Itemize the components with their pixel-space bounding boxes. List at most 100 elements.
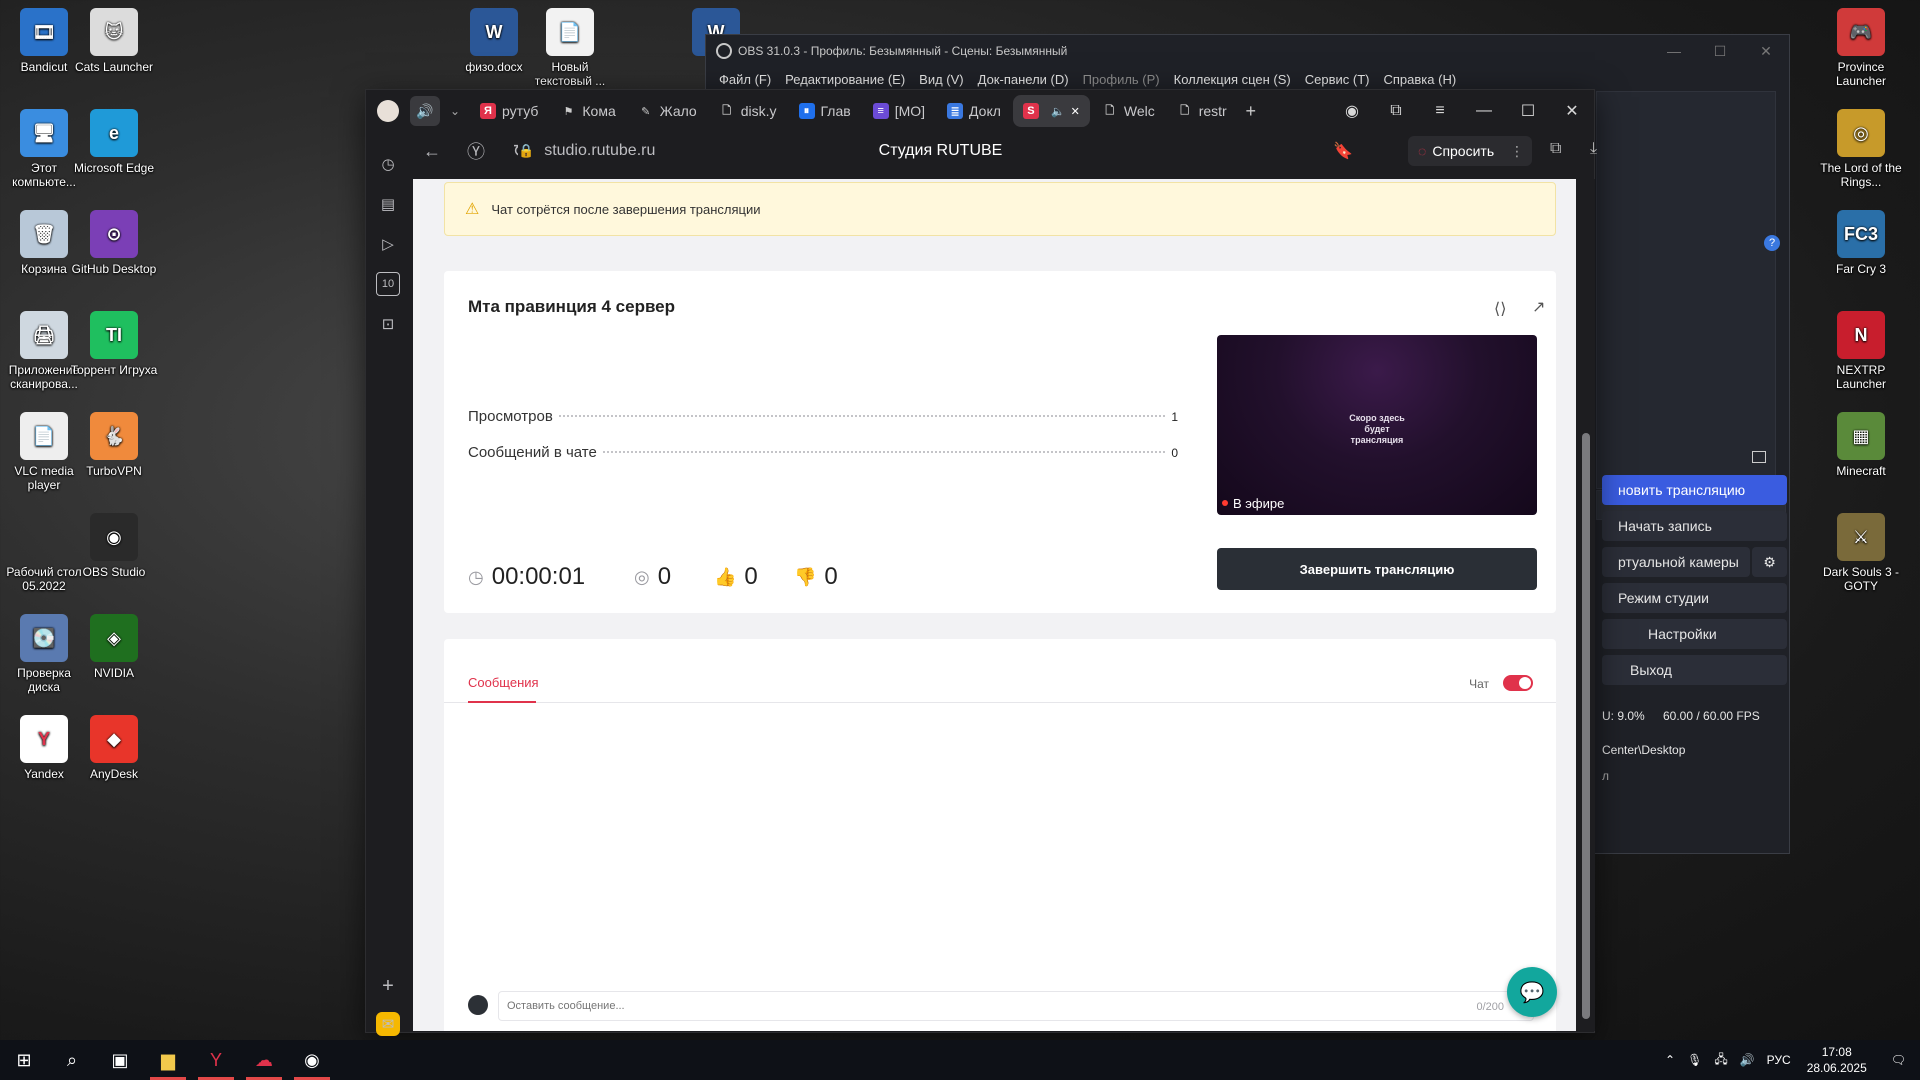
chat-toggle[interactable]	[1503, 675, 1533, 691]
language-indicator[interactable]: РУС	[1761, 1053, 1797, 1067]
share-icon[interactable]: ⟨⟩	[1494, 299, 1506, 319]
dotted-leader	[602, 451, 1166, 453]
tab-audio-icon[interactable]: 🔈	[1051, 105, 1065, 118]
new-tab-icon[interactable]: +	[1237, 97, 1265, 125]
play-icon[interactable]: ▷	[376, 232, 400, 256]
gear-icon[interactable]: ⚙	[1752, 547, 1787, 577]
microphone-icon[interactable]: 🎙	[1681, 1053, 1708, 1067]
page-scrollbar[interactable]	[1577, 179, 1595, 1031]
browser-tab[interactable]: ≣ Докл	[937, 95, 1011, 127]
obs-menu-tools[interactable]: Сервис (T)	[1298, 72, 1377, 87]
stream-preview[interactable]: Скоро здесь будет трансляция В эфире	[1217, 335, 1537, 515]
minimize-icon[interactable]: —	[1651, 35, 1697, 67]
top-desktop-icon[interactable]: Wфизо.docx	[450, 8, 538, 74]
obs-virtual-camera-button[interactable]: ртуальной камеры	[1602, 547, 1750, 577]
profile-icon[interactable]: ◉	[1330, 101, 1374, 121]
browser-tab[interactable]: 🗋 disk.y	[709, 95, 787, 127]
screenshot-icon[interactable]: ⊡	[376, 312, 400, 336]
right-desktop-icon[interactable]: N NEXTRP Launcher	[1817, 311, 1905, 391]
obs-menu-scene-collection[interactable]: Коллекция сцен (S)	[1167, 72, 1298, 87]
support-chat-button[interactable]: 💬	[1507, 967, 1557, 1017]
network-icon[interactable]: 🖧	[1708, 1050, 1733, 1071]
help-icon[interactable]: ?	[1764, 235, 1780, 251]
end-stream-button[interactable]: Завершить трансляцию	[1217, 548, 1537, 590]
browser-tab[interactable]: ⏸ Глав	[789, 95, 861, 127]
maximize-icon[interactable]: ☐	[1697, 35, 1743, 67]
right-desktop-icon[interactable]: ▦ Minecraft	[1817, 412, 1905, 478]
collections-icon[interactable]: ⧉	[1374, 102, 1418, 120]
mail-icon[interactable]: ✉	[376, 1012, 400, 1036]
minimize-icon[interactable]: —	[1462, 102, 1506, 120]
extensions-icon[interactable]: ⧉	[1550, 140, 1561, 158]
external-link-icon[interactable]: ↗	[1532, 297, 1545, 317]
right-desktop-icon[interactable]: 🎮 Province Launcher	[1817, 8, 1905, 88]
cloud-app-icon[interactable]: ☁	[240, 1040, 288, 1080]
right-desktop-icon[interactable]: ⚔ Dark Souls 3 - GOTY	[1817, 513, 1905, 593]
browser-tab[interactable]: 🗋 restr	[1167, 95, 1237, 127]
left-desktop-icon[interactable]: e Microsoft Edge	[70, 109, 158, 175]
yandex-home-icon[interactable]: Ⓨ	[454, 138, 498, 164]
notifications-icon[interactable]: 🗨	[1877, 1053, 1920, 1067]
obs-menu-help[interactable]: Справка (H)	[1377, 72, 1464, 87]
file-explorer-icon[interactable]: ▆	[144, 1040, 192, 1080]
yandex-browser-icon[interactable]: Y	[192, 1040, 240, 1080]
history-icon[interactable]: ◷	[376, 152, 400, 176]
message-input[interactable]	[498, 991, 1534, 1021]
obs-record-button[interactable]: Начать запись	[1602, 511, 1787, 541]
right-desktop-icon[interactable]: FC3 Far Cry 3	[1817, 210, 1905, 276]
browser-tab[interactable]: ✎ Жало	[628, 95, 707, 127]
close-icon[interactable]: ✕	[1743, 35, 1789, 67]
add-panel-icon[interactable]: +	[376, 974, 400, 998]
obs-studio-mode-button[interactable]: Режим студии	[1602, 583, 1787, 613]
left-desktop-icon[interactable]: 🐱 Cats Launcher	[70, 8, 158, 74]
tab-messages[interactable]: Сообщения	[468, 675, 539, 690]
chevron-down-icon[interactable]: ⌄	[440, 104, 470, 118]
obs-menu-profile[interactable]: Профиль (P)	[1076, 72, 1167, 87]
browser-tab[interactable]: 🗋 Welc	[1092, 95, 1165, 127]
clock[interactable]: 17:08 28.06.2025	[1797, 1044, 1877, 1076]
volume-icon[interactable]: 🔊	[1734, 1053, 1761, 1067]
ask-button[interactable]: ◌ Спросить ⋮	[1408, 136, 1532, 166]
browser-tab[interactable]: S 🔈 ✕	[1012, 95, 1090, 127]
windows-start-icon[interactable]: ⊞	[0, 1040, 48, 1080]
obs-menu-file[interactable]: Файл (F)	[712, 72, 778, 87]
obs-taskbar-icon[interactable]: ◉	[288, 1040, 336, 1080]
browser-tab[interactable]: ≡ [МО]	[863, 95, 935, 127]
notes-icon[interactable]: ▤	[376, 192, 400, 216]
obs-icon: ◉	[90, 513, 138, 561]
maximize-icon[interactable]: ☐	[1506, 101, 1550, 121]
left-desktop-icon[interactable]: ◉ OBS Studio	[70, 513, 158, 579]
dock-float-icon[interactable]	[1752, 451, 1766, 463]
counter-icon[interactable]: 10	[376, 272, 400, 296]
obs-menu-docks[interactable]: Док-панели (D)	[971, 72, 1076, 87]
url-field[interactable]: 🔒 studio.rutube.ru Студия RUTUBE 🔖	[518, 136, 1363, 166]
left-desktop-icon[interactable]: ◆ AnyDesk	[70, 715, 158, 781]
flag-tab-icon: ⚑	[563, 105, 574, 118]
top-desktop-icon[interactable]: 📄 Новый текстовый ...	[526, 8, 614, 88]
right-desktop-icon[interactable]: ◎ The Lord of the Rings...	[1817, 109, 1905, 189]
obs-settings-button[interactable]: Настройки	[1602, 619, 1787, 649]
search-icon[interactable]: ⌕	[48, 1040, 96, 1080]
browser-tab[interactable]: ⚑ Кома	[550, 95, 625, 127]
obs-exit-button[interactable]: Выход	[1602, 655, 1787, 685]
profile-avatar[interactable]	[366, 100, 410, 122]
download-icon[interactable]: ⤓	[1590, 140, 1597, 158]
obs-menu-edit[interactable]: Редактирование (E)	[778, 72, 912, 87]
left-desktop-icon[interactable]: 🐇 TurboVPN	[70, 412, 158, 478]
left-desktop-icon[interactable]: ◈ NVIDIA	[70, 614, 158, 680]
kebab-icon[interactable]: ⋮	[1510, 143, 1524, 160]
left-desktop-icon[interactable]: ⊙ GitHub Desktop	[70, 210, 158, 276]
close-icon[interactable]: ✕	[1550, 101, 1594, 121]
speaker-icon[interactable]: 🔊	[410, 96, 440, 126]
obs-stream-button[interactable]: новить трансляцию	[1602, 475, 1787, 505]
browser-tab[interactable]: Ярутуб	[470, 95, 548, 127]
task-view-icon[interactable]: ▣	[96, 1040, 144, 1080]
close-tab-icon[interactable]: ✕	[1071, 105, 1080, 118]
back-icon[interactable]: ←	[410, 141, 454, 162]
menu-icon[interactable]: ≡	[1418, 102, 1462, 120]
bookmark-icon[interactable]: 🔖	[1333, 141, 1353, 161]
left-desktop-icon[interactable]: TI Торрент Игруха	[70, 311, 158, 377]
tray-chevron-icon[interactable]: ⌃	[1659, 1053, 1681, 1067]
obs-menu-view[interactable]: Вид (V)	[912, 72, 970, 87]
scrollbar-thumb[interactable]	[1582, 433, 1590, 1019]
